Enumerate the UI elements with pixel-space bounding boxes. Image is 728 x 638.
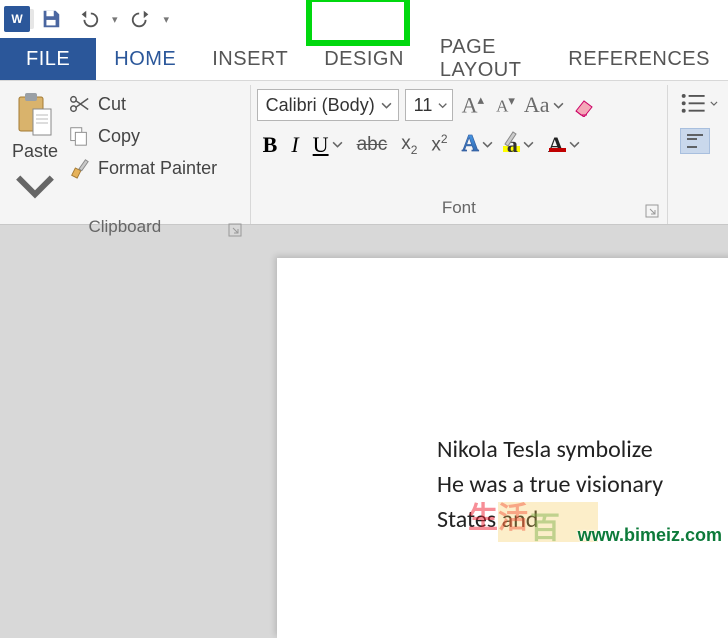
shrink-font-button[interactable]: A▾ bbox=[493, 93, 518, 117]
tab-file[interactable]: FILE bbox=[0, 38, 96, 80]
font-color-icon: A bbox=[548, 132, 566, 158]
copy-label: Copy bbox=[98, 126, 140, 147]
document-body-text[interactable]: Nikola Tesla symbolize He was a true vis… bbox=[437, 433, 663, 537]
change-case-button[interactable]: Aa bbox=[524, 92, 564, 118]
redo-button[interactable] bbox=[124, 4, 158, 34]
shrink-font-icon: A▾ bbox=[496, 93, 515, 117]
font-name-value: Calibri (Body) bbox=[266, 95, 375, 116]
bullets-icon bbox=[680, 91, 707, 116]
group-label-clipboard: Clipboard bbox=[6, 214, 244, 243]
qat-separator: ▾ bbox=[110, 13, 120, 26]
tab-references[interactable]: REFERENCES bbox=[550, 38, 728, 80]
dialog-launcher-icon[interactable] bbox=[645, 204, 659, 218]
format-painter-button[interactable]: Format Painter bbox=[68, 155, 217, 181]
text-effects-icon: A bbox=[462, 131, 479, 158]
paste-icon bbox=[14, 91, 56, 139]
word-logo-icon: W bbox=[4, 6, 30, 32]
ribbon-tabbar: FILE HOME INSERT DESIGN PAGE LAYOUT REFE… bbox=[0, 38, 728, 80]
save-button[interactable] bbox=[34, 4, 68, 34]
chevron-down-icon bbox=[569, 139, 580, 150]
chevron-down-icon bbox=[553, 100, 564, 111]
font-color-button[interactable]: A bbox=[548, 132, 580, 158]
chevron-down-icon bbox=[381, 100, 392, 111]
strikethrough-button[interactable]: abc bbox=[357, 134, 388, 156]
undo-icon bbox=[78, 8, 100, 30]
format-painter-label: Format Painter bbox=[98, 158, 217, 179]
chevron-down-icon bbox=[710, 98, 718, 109]
cut-button[interactable]: Cut bbox=[68, 91, 217, 117]
align-left-icon bbox=[686, 133, 704, 149]
underline-button[interactable]: U bbox=[313, 132, 343, 158]
save-icon bbox=[40, 8, 62, 30]
clear-formatting-button[interactable] bbox=[570, 93, 600, 117]
group-font: Calibri (Body) 11 A▴ A▾ Aa bbox=[251, 85, 668, 224]
underline-icon: U bbox=[313, 132, 329, 158]
group-label-font: Font bbox=[257, 195, 661, 224]
highlight-color-button[interactable]: a bbox=[507, 132, 534, 158]
scissors-icon bbox=[68, 93, 90, 115]
subscript-button[interactable]: x2 bbox=[401, 133, 417, 157]
chevron-down-icon bbox=[332, 139, 343, 150]
bold-button[interactable]: B bbox=[263, 132, 278, 158]
italic-button[interactable]: I bbox=[291, 132, 298, 158]
chevron-down-icon bbox=[482, 139, 493, 150]
paste-button[interactable]: Paste bbox=[6, 87, 64, 214]
chevron-down-icon bbox=[438, 100, 447, 111]
grow-font-icon: A▴ bbox=[462, 92, 484, 118]
undo-button[interactable] bbox=[72, 4, 106, 34]
copy-button[interactable]: Copy bbox=[68, 123, 217, 149]
paste-label: Paste bbox=[12, 141, 58, 162]
ribbon: Paste Cut Copy Format Painter Clipboa bbox=[0, 80, 728, 225]
align-left-button[interactable] bbox=[680, 128, 710, 154]
text-effects-button[interactable]: A bbox=[462, 131, 493, 158]
change-case-icon: Aa bbox=[524, 92, 550, 118]
eraser-icon bbox=[573, 93, 597, 117]
redo-icon bbox=[130, 8, 152, 30]
quick-access-toolbar: W ▾ ▾ bbox=[0, 0, 728, 38]
paintbrush-icon bbox=[68, 157, 90, 179]
tab-insert[interactable]: INSERT bbox=[194, 38, 306, 80]
cut-label: Cut bbox=[98, 94, 126, 115]
tab-design[interactable]: DESIGN bbox=[306, 38, 422, 80]
chevron-down-icon bbox=[523, 139, 534, 150]
chevron-down-icon bbox=[14, 162, 56, 210]
bullets-button[interactable] bbox=[680, 91, 718, 116]
grow-font-button[interactable]: A▴ bbox=[459, 92, 487, 118]
font-size-combo[interactable]: 11 bbox=[405, 89, 453, 121]
font-name-combo[interactable]: Calibri (Body) bbox=[257, 89, 399, 121]
group-clipboard: Paste Cut Copy Format Painter Clipboa bbox=[0, 85, 251, 224]
superscript-button[interactable]: x2 bbox=[431, 132, 447, 156]
font-size-value: 11 bbox=[414, 95, 433, 116]
copy-icon bbox=[68, 125, 90, 147]
document-page[interactable]: Nikola Tesla symbolize He was a true vis… bbox=[277, 258, 728, 638]
tab-page-layout[interactable]: PAGE LAYOUT bbox=[422, 38, 550, 80]
highlight-icon: a bbox=[507, 132, 520, 158]
tab-home[interactable]: HOME bbox=[96, 38, 194, 80]
dialog-launcher-icon[interactable] bbox=[228, 223, 242, 237]
group-paragraph bbox=[668, 85, 728, 224]
qat-customize[interactable]: ▾ bbox=[162, 13, 172, 26]
